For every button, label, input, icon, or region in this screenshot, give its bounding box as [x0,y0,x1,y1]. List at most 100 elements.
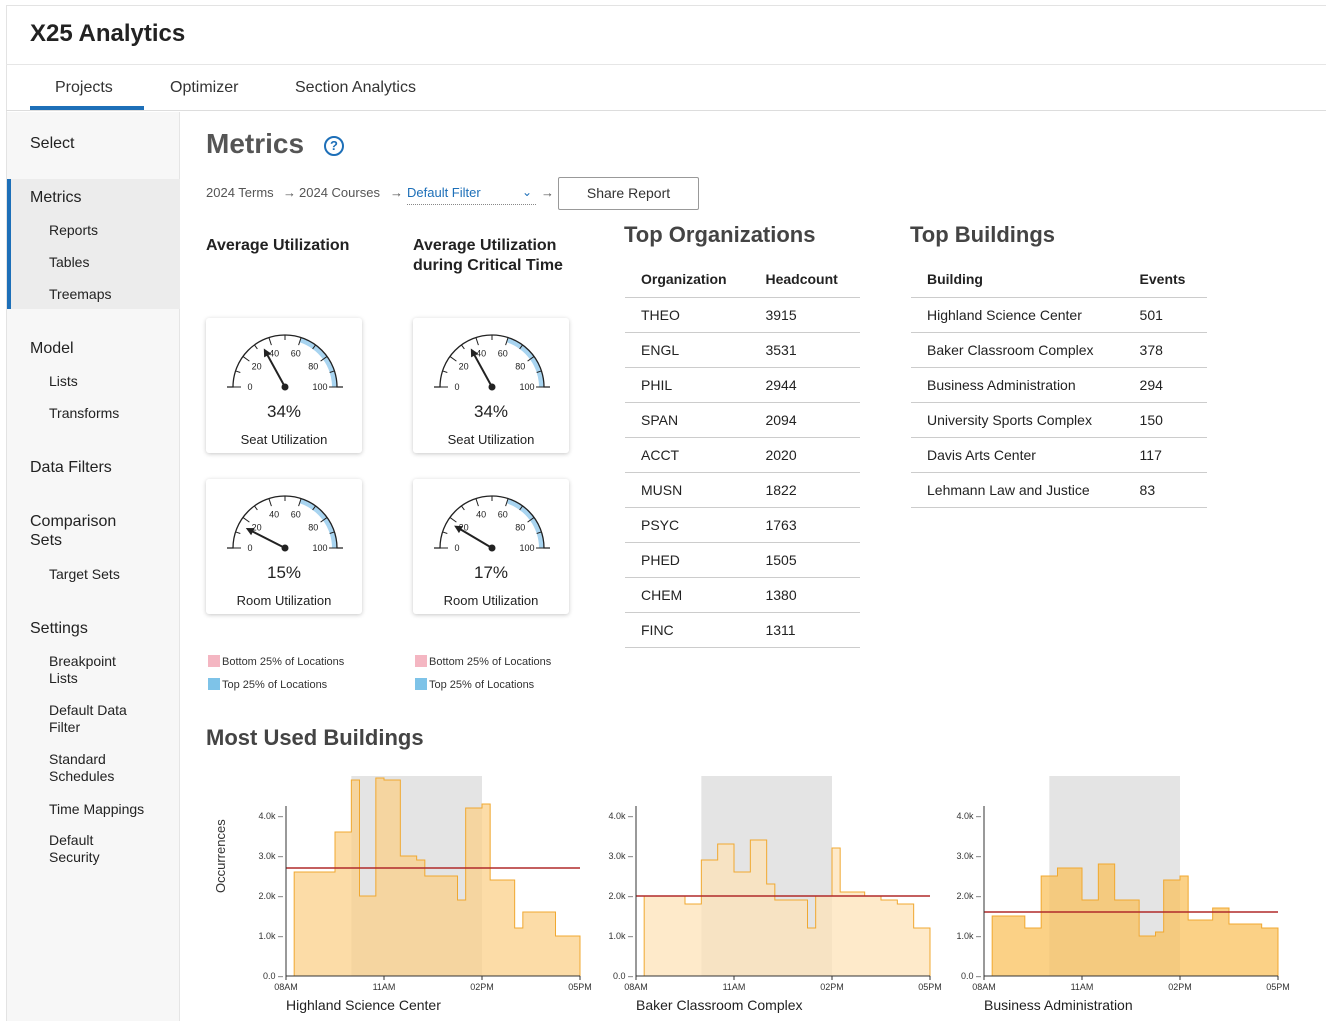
breadcrumb-arrow: → [283,185,296,200]
gauge-needle-hub [488,544,496,552]
gauge-tick-label: 60 [291,349,301,359]
y-tick-label: 3.0k – [258,851,283,861]
critical-room-utilization-gauge: 02040 6080100 [434,495,550,553]
share-report-button[interactable]: Share Report [558,177,699,210]
sidebar-item-model[interactable]: Model [30,339,74,358]
gauge-tick [242,356,250,362]
sidebar-item-treemaps[interactable]: Treemaps [49,286,112,303]
question-circle-icon[interactable]: ? [324,136,344,156]
gauge-tick-label: 100 [312,543,327,553]
sidebar-item-standard-schedules[interactable]: Standard Schedules [49,751,139,785]
table-row[interactable]: PHED 1505 [625,542,860,578]
seat-utilization-gauge: 02040 6080100 [227,334,343,392]
column-header[interactable]: Building [911,262,1124,298]
y-tick-label: 4.0k – [258,811,283,821]
table-cell-name: CHEM [625,577,750,613]
gauge-caption: Room Utilization [443,593,539,608]
gauge-caption: Seat Utilization [240,432,328,447]
sidebar-item-reports[interactable]: Reports [49,222,98,239]
critical-room-utilization-gauge-card: 0 20 40 60 80 100 17% Room Utilization [413,479,569,614]
breadcrumb-terms[interactable]: 2024 Terms [206,185,274,200]
gauge-value: 34% [473,402,509,421]
sidebar-item-metrics[interactable]: Metrics [30,188,82,207]
default-filter-select[interactable]: Default Filter ⌄ [407,185,536,205]
gauge-value: 34% [266,402,302,421]
table-cell-name: FINC [625,612,750,648]
column-header[interactable]: Organization [625,262,750,298]
sidebar-item-transforms[interactable]: Transforms [49,405,119,422]
top-organizations-table: Organization Headcount THEO 3915 ENGL 3531 P… [625,262,860,648]
seat-utilization-gauge-card: 0 20 40 60 80 100 34% Seat Utilization [206,318,362,453]
table-row[interactable]: Lehmann Law and Justice 83 [911,472,1207,508]
tab-projects[interactable]: Projects [55,79,113,97]
column-header[interactable]: Headcount [749,262,860,298]
y-tick-label: 3.0k – [956,851,981,861]
sidebar-item-target-sets[interactable]: Target Sets [49,566,120,583]
gauge-value: 15% [266,563,302,582]
table-cell-value: 2020 [749,437,860,473]
table-row[interactable]: SPAN 2094 [625,402,860,438]
table-row[interactable]: PHIL 2944 [625,367,860,403]
breadcrumb-courses[interactable]: 2024 Courses [299,185,380,200]
table-row[interactable]: University Sports Complex 150 [911,402,1207,438]
table-cell-value: 3531 [749,332,860,368]
y-tick-label: 2.0k – [258,891,283,901]
sidebar-item-time-mappings[interactable]: Time Mappings [49,801,144,818]
table-row[interactable]: PSYC 1763 [625,507,860,543]
table-cell-name: SPAN [625,402,750,438]
sidebar-item-default-security[interactable]: Default Security [49,832,129,866]
table-cell-value: 2944 [749,367,860,403]
building-chart-highland: 0.0 – 1.0k – 2.0k – 3.0k – 4.0k – 08AM 11AM 02P… [258,776,592,1013]
gauge-tick-label: 80 [515,361,525,371]
column-header[interactable]: Events [1123,262,1207,298]
table-row[interactable]: MUSN 1822 [625,472,860,508]
gauge-tick-label: 20 [459,361,469,371]
x-tick-label: 02PM [820,982,844,992]
critical-seat-utilization-gauge-card: 0 20 40 60 80 100 34% Seat Utilization [413,318,569,453]
gauge-tick [442,370,448,373]
table-cell-value: 1763 [749,507,860,543]
table-row[interactable]: FINC 1311 [625,612,860,648]
table-row[interactable]: CHEM 1380 [625,577,860,613]
table-row[interactable]: THEO 3915 [625,297,860,333]
legend-swatch-pink [415,655,427,667]
gauge-tick-label: 0 [454,382,459,392]
gauge-tick-label: 100 [312,382,327,392]
sidebar-item-comparison-sets[interactable]: Comparison Sets [30,512,140,550]
table-cell-name: Davis Arts Center [911,437,1124,473]
sidebar-item-lists[interactable]: Lists [49,373,78,390]
table-row[interactable]: Davis Arts Center 117 [911,437,1207,473]
table-row[interactable]: ENGL 3531 [625,332,860,368]
chart-building-name: Highland Science Center [286,997,441,1013]
breadcrumb-arrow: → [390,185,403,200]
tab-section-analytics[interactable]: Section Analytics [295,79,416,97]
gauge-tick [442,531,448,534]
table-cell-value: 3915 [749,297,860,333]
sidebar-item-data-filters[interactable]: Data Filters [30,458,112,477]
sidebar-item-breakpoint-lists[interactable]: Breakpoint Lists [49,653,139,687]
sidebar-item-settings[interactable]: Settings [30,619,88,638]
table-row[interactable]: Business Administration 294 [911,367,1207,403]
most-used-buildings-title: Most Used Buildings [206,725,424,750]
gauge-needle [458,527,493,549]
table-cell-value: 1380 [749,577,860,613]
table-row[interactable]: Highland Science Center 501 [911,297,1207,333]
table-cell-name: PSYC [625,507,750,543]
gauge-value: 17% [473,563,509,582]
tab-optimizer[interactable]: Optimizer [170,79,238,97]
table-cell-value: 150 [1123,402,1207,438]
table-cell-value: 1505 [749,542,860,578]
table-row[interactable]: Baker Classroom Complex 378 [911,332,1207,368]
sidebar-item-default-data-filter[interactable]: Default Data Filter [49,702,149,736]
gauge-tick-label: 60 [291,510,301,520]
legend-swatch-pink [208,655,220,667]
gauge-needle [250,529,286,549]
table-row[interactable]: ACCT 2020 [625,437,860,473]
top-organizations-title: Top Organizations [624,222,816,247]
sidebar-item-select[interactable]: Select [30,134,74,153]
gauge-tick [461,505,465,511]
y-tick-label: 4.0k – [956,811,981,821]
gauge-tick-label: 0 [247,382,252,392]
legend-swatch-blue [415,678,427,690]
sidebar-item-tables[interactable]: Tables [49,254,89,271]
